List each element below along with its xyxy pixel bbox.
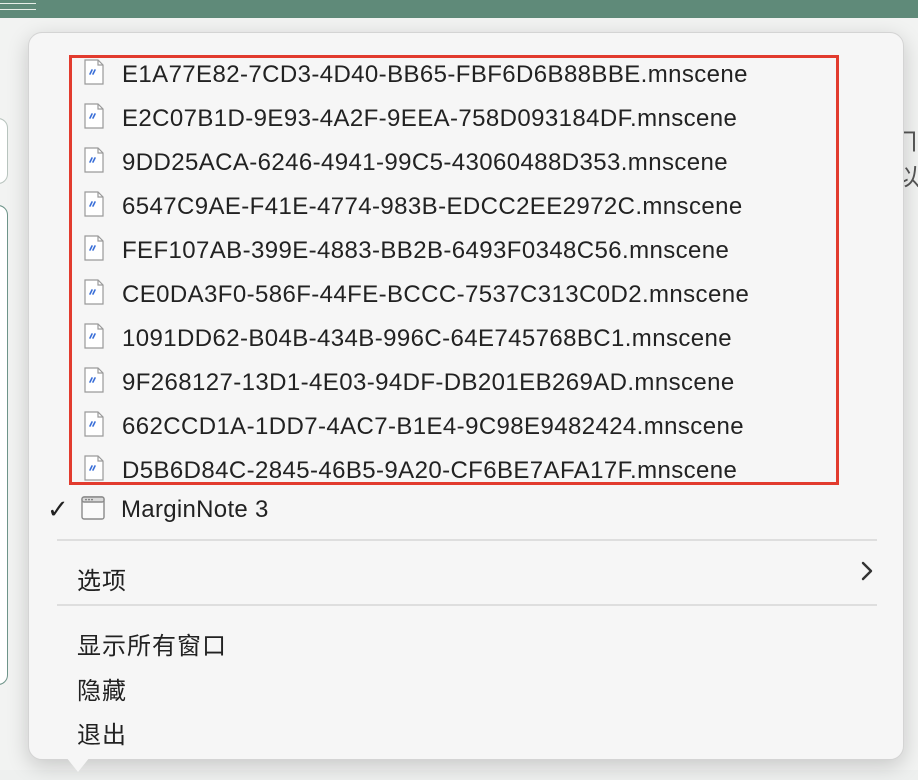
menu-item-quit[interactable]: 退出 — [77, 715, 127, 750]
menu-item-recent-file[interactable]: CE0DA3F0-586F-44FE-BCCC-7537C313C0D2.mns… — [72, 271, 836, 315]
recent-file-label: 1091DD62-B04B-434B-996C-64E745768BC1.mns… — [122, 325, 732, 352]
menu-item-options[interactable]: 选项 — [77, 561, 127, 596]
document-icon — [84, 103, 104, 129]
app-title-bar — [0, 0, 918, 18]
window-icon — [81, 496, 105, 520]
menu-item-recent-file[interactable]: E2C07B1D-9E93-4A2F-9EEA-758D093184DF.mns… — [72, 95, 836, 139]
background-panel — [0, 205, 8, 685]
document-icon — [84, 411, 104, 437]
document-icon — [84, 235, 104, 261]
menu-item-recent-file[interactable]: FEF107AB-399E-4883-BB2B-6493F0348C56.mns… — [72, 227, 836, 271]
menu-item-app-window[interactable]: ✓ MarginNote 3 — [29, 485, 905, 533]
document-icon — [84, 59, 104, 85]
recent-file-label: 9DD25ACA-6246-4941-99C5-43060488D353.mns… — [122, 149, 728, 176]
menu-item-recent-file[interactable]: E1A77E82-7CD3-4D40-BB65-FBF6D6B88BBE.mns… — [72, 51, 836, 95]
chevron-right-icon — [861, 561, 873, 581]
checkmark-icon: ✓ — [47, 495, 69, 525]
recent-file-label: CE0DA3F0-586F-44FE-BCCC-7537C313C0D2.mns… — [122, 281, 750, 308]
menu-pointer — [62, 752, 94, 772]
recent-file-label: 662CCD1A-1DD7-4AC7-B1E4-9C98E9482424.mns… — [122, 413, 744, 440]
document-icon — [84, 323, 104, 349]
menu-item-recent-file[interactable]: 1091DD62-B04B-434B-996C-64E745768BC1.mns… — [72, 315, 836, 359]
menu-item-hide[interactable]: 隐藏 — [77, 671, 127, 706]
menu-item-recent-file[interactable]: 9DD25ACA-6246-4941-99C5-43060488D353.mns… — [72, 139, 836, 183]
background-strip — [0, 770, 918, 780]
menu-item-recent-file[interactable]: 6547C9AE-F41E-4774-983B-EDCC2EE2972C.mns… — [72, 183, 836, 227]
recent-file-label: 6547C9AE-F41E-4774-983B-EDCC2EE2972C.mns… — [122, 193, 743, 220]
menu-item-recent-file[interactable]: 9F268127-13D1-4E03-94DF-DB201EB269AD.mns… — [72, 359, 836, 403]
recent-file-label: E1A77E82-7CD3-4D40-BB65-FBF6D6B88BBE.mns… — [122, 61, 748, 88]
document-icon — [84, 147, 104, 173]
menu-separator — [57, 604, 877, 606]
app-window-label: MarginNote 3 — [121, 496, 269, 523]
dock-context-menu: E1A77E82-7CD3-4D40-BB65-FBF6D6B88BBE.mns… — [28, 32, 904, 760]
recent-file-label: 9F268127-13D1-4E03-94DF-DB201EB269AD.mns… — [122, 369, 735, 396]
document-icon — [84, 455, 104, 481]
recent-file-label: FEF107AB-399E-4883-BB2B-6493F0348C56.mns… — [122, 237, 730, 264]
document-icon — [84, 367, 104, 393]
menu-separator — [57, 539, 877, 541]
recent-files-highlight: E1A77E82-7CD3-4D40-BB65-FBF6D6B88BBE.mns… — [69, 55, 839, 485]
drag-grip-icon[interactable] — [0, 3, 36, 10]
recent-file-label: D5B6D84C-2845-46B5-9A20-CF6BE7AFA17F.mns… — [122, 457, 738, 484]
document-icon — [84, 191, 104, 217]
menu-item-show-all-windows[interactable]: 显示所有窗口 — [77, 626, 227, 661]
document-icon — [84, 279, 104, 305]
background-panel — [0, 118, 8, 184]
recent-file-label: E2C07B1D-9E93-4A2F-9EEA-758D093184DF.mns… — [122, 105, 738, 132]
menu-item-recent-file[interactable]: 662CCD1A-1DD7-4AC7-B1E4-9C98E9482424.mns… — [72, 403, 836, 447]
